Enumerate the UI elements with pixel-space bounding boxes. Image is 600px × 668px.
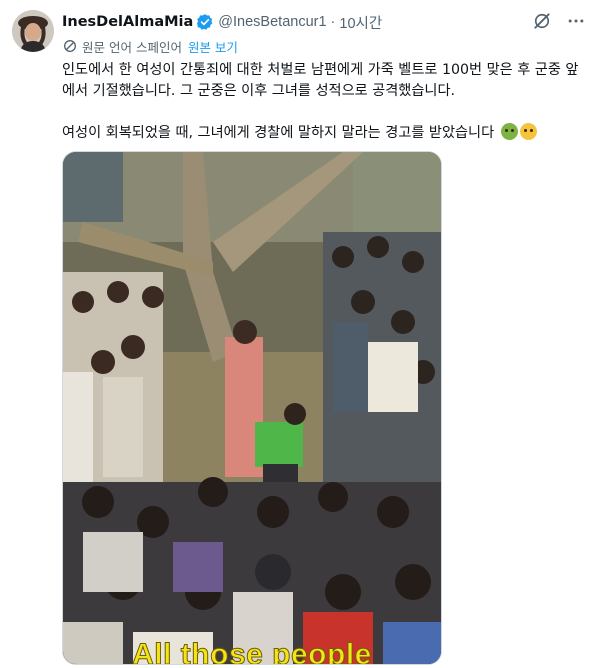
video-caption: All those people bbox=[132, 638, 372, 665]
translation-label: 원문 언어 스페인어 bbox=[82, 39, 182, 55]
handle[interactable]: @InesBetancur1 bbox=[218, 14, 326, 30]
tweet-paragraph-2-line: 여성이 회복되었을 때, 그녀에게 경찰에 말하지 말라는 경고를 받았습니다 bbox=[62, 123, 582, 144]
show-original-link[interactable]: 원본 보기 bbox=[188, 37, 238, 56]
translate-icon bbox=[62, 38, 78, 54]
tweet-text: 인도에서 한 여성이 간통죄에 대한 처벌로 남편에게 가죽 벨트로 100번 … bbox=[62, 60, 582, 144]
face-vomiting-emoji-icon bbox=[519, 123, 537, 140]
display-name[interactable]: InesDelAlmaMia bbox=[62, 14, 193, 30]
tweet-paragraph-2: 여성이 회복되었을 때, 그녀에게 경찰에 말하지 말라는 경고를 받았습니다 bbox=[62, 125, 495, 141]
separator-dot: · bbox=[330, 14, 336, 30]
tweet-header: InesDelAlmaMia @InesBetancur1 · 10시간 bbox=[62, 11, 586, 33]
header-actions bbox=[532, 11, 586, 31]
verified-badge-icon[interactable] bbox=[196, 13, 214, 31]
tweet-paragraph-1: 인도에서 한 여성이 간통죄에 대한 처벌로 남편에게 가죽 벨트로 100번 … bbox=[62, 62, 579, 99]
more-icon[interactable] bbox=[566, 11, 586, 31]
tweet-video[interactable]: All those people bbox=[62, 151, 442, 665]
timestamp[interactable]: 10시간 bbox=[339, 12, 382, 33]
nauseated-face-emoji-icon bbox=[500, 123, 518, 140]
avatar[interactable] bbox=[12, 10, 54, 52]
video-frame bbox=[63, 152, 441, 664]
translation-notice: 원문 언어 스페인어 원본 보기 bbox=[62, 37, 238, 55]
grok-icon[interactable] bbox=[532, 11, 552, 31]
